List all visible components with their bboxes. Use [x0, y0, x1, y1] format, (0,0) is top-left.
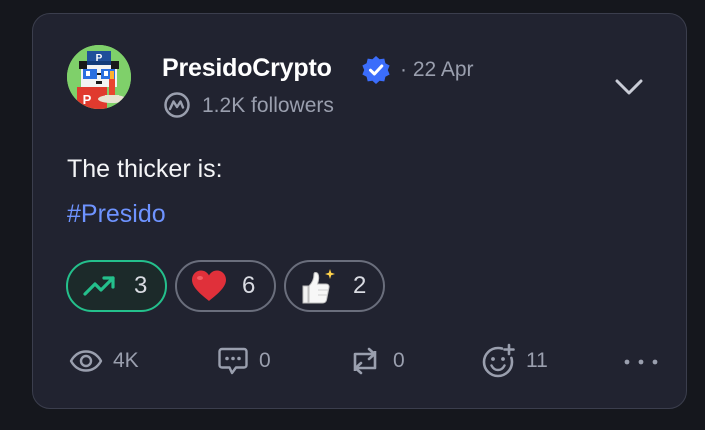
comments-count: 0	[259, 349, 271, 372]
thumbs-up-icon	[302, 269, 335, 304]
trending-count: 3	[134, 272, 148, 299]
views-stat[interactable]: 4K	[69, 344, 139, 378]
coinmarketcap-icon	[164, 92, 190, 118]
heart-icon	[192, 270, 226, 301]
views-count: 4K	[113, 349, 139, 372]
author-name[interactable]: PresidoCrypto	[162, 54, 332, 83]
svg-text:P: P	[83, 92, 92, 107]
eye-icon	[69, 350, 103, 372]
add-reaction-icon	[482, 343, 515, 378]
post-card: P P PresidoCrypto · 22 Apr 1.2K follower…	[32, 13, 687, 409]
thumbs-count: 2	[353, 272, 367, 299]
verified-badge-icon	[362, 56, 390, 84]
svg-text:P: P	[96, 53, 103, 64]
repost-icon	[353, 347, 377, 375]
trending-up-icon	[83, 276, 115, 296]
post-date: · 22 Apr	[400, 58, 474, 81]
heart-reaction-button[interactable]: 6	[175, 260, 276, 312]
hashtag-link[interactable]: #Presido	[67, 200, 166, 229]
heart-count: 6	[242, 272, 256, 299]
comment-button[interactable]: 0	[217, 344, 271, 378]
reposts-count: 0	[393, 349, 405, 372]
post-text: The thicker is:	[67, 155, 223, 183]
panda-avatar-icon: P P	[67, 45, 131, 109]
emoji-reactions-count: 11	[526, 349, 548, 372]
add-reaction-button[interactable]: 11	[480, 343, 548, 378]
repost-button[interactable]: 0	[347, 344, 405, 378]
avatar[interactable]: P P	[67, 45, 131, 109]
thumbs-reaction-button[interactable]: 2	[284, 260, 385, 312]
comment-icon	[218, 347, 248, 375]
more-icon[interactable]	[621, 356, 661, 368]
chevron-down-icon[interactable]	[612, 75, 646, 99]
trending-reaction-button[interactable]: 3	[66, 260, 167, 312]
followers-count: 1.2K followers	[202, 94, 334, 117]
